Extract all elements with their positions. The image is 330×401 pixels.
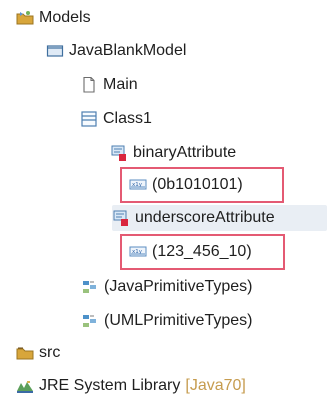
- tree-item-java-primitive-types[interactable]: (JavaPrimitiveTypes): [81, 274, 252, 300]
- tree-item-class1[interactable]: Class1: [80, 106, 152, 132]
- tree-item-uml-primitive-types-label: (UMLPrimitiveTypes): [104, 312, 253, 329]
- class-icon: [80, 110, 98, 128]
- tree-item-main[interactable]: Main: [80, 72, 138, 98]
- tree-item-java-blank-model[interactable]: JavaBlankModel: [46, 38, 186, 64]
- tree-item-class1-label: Class1: [103, 110, 152, 127]
- package-import-icon: [81, 312, 99, 330]
- source-folder-icon: [16, 344, 34, 362]
- document-icon: [80, 76, 98, 94]
- model-icon: [46, 42, 64, 60]
- tree-item-src[interactable]: src: [16, 340, 60, 366]
- tree-item-java-primitive-types-label: (JavaPrimitiveTypes): [104, 278, 253, 295]
- tree-item-jre-system-library-suffix: [Java70]: [185, 377, 246, 394]
- library-icon: [16, 377, 34, 395]
- underscore-value-highlight-box: [120, 234, 285, 270]
- binary-value-highlight-box: [120, 167, 284, 203]
- tree-item-underscore-attribute[interactable]: underscoreAttribute: [112, 205, 327, 231]
- tree-item-src-label: src: [39, 344, 61, 361]
- tree-item-models-label: Models: [39, 9, 91, 26]
- attribute-icon: [110, 144, 128, 162]
- tree-item-models[interactable]: Models: [16, 5, 91, 31]
- package-import-icon: [81, 278, 99, 296]
- tree-item-underscore-attribute-label: underscoreAttribute: [135, 209, 275, 226]
- tree-item-jre-system-library[interactable]: JRE System Library [Java70]: [16, 373, 246, 399]
- tree-item-uml-primitive-types[interactable]: (UMLPrimitiveTypes): [81, 308, 252, 334]
- tree-item-java-blank-model-label: JavaBlankModel: [69, 42, 187, 59]
- models-folder-icon: [16, 9, 34, 27]
- tree-item-jre-system-library-label: JRE System Library: [39, 377, 181, 394]
- tree-item-main-label: Main: [103, 76, 138, 93]
- tree-item-binary-attribute-label: binaryAttribute: [133, 144, 237, 161]
- attribute-icon: [112, 209, 130, 227]
- project-explorer-tree: Models JavaBlankModel Main Class1 binary…: [0, 0, 330, 401]
- tree-item-binary-attribute[interactable]: binaryAttribute: [110, 140, 236, 166]
